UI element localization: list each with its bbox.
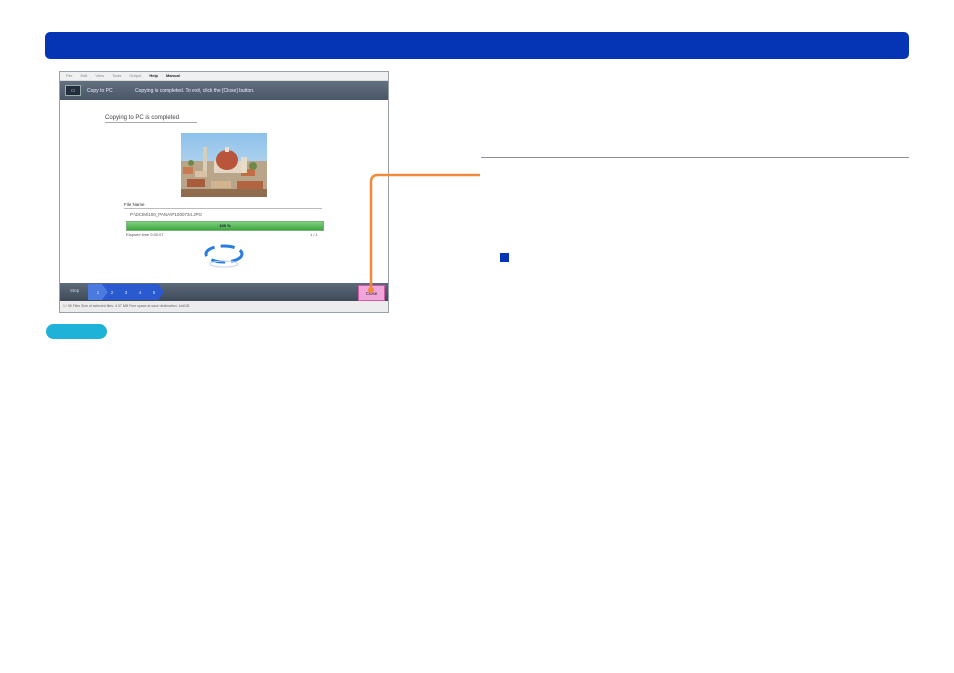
- callout-connector: [368, 173, 480, 293]
- note-pill-badge: [46, 324, 107, 339]
- section-divider: [481, 157, 909, 158]
- square-bullet-icon: [500, 253, 509, 262]
